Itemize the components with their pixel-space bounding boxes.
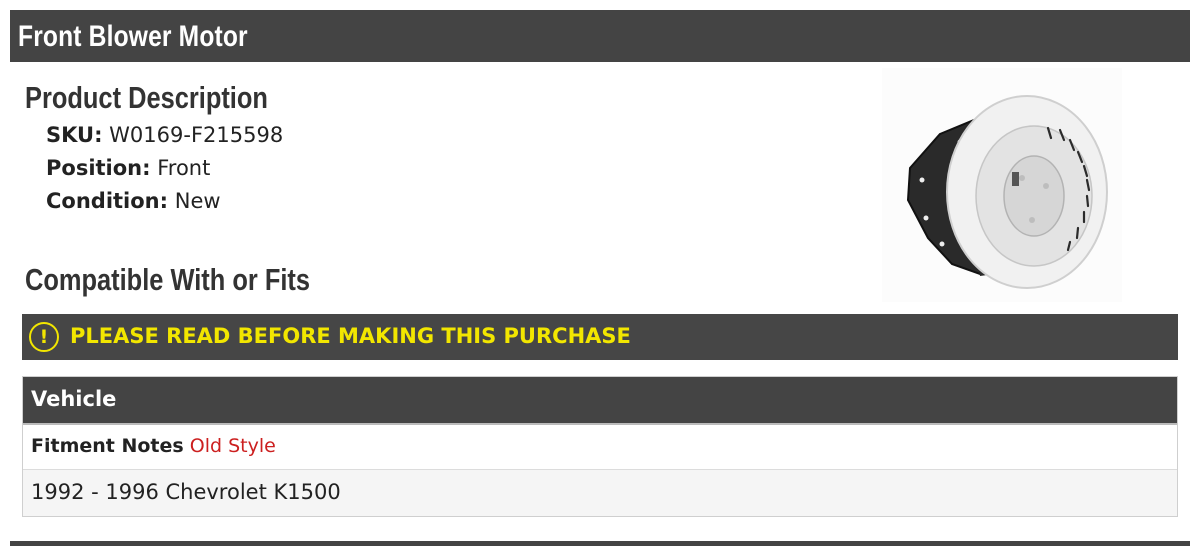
- page-title: Front Blower Motor: [18, 20, 248, 53]
- fitment-notes-row: Fitment Notes Old Style: [23, 425, 1177, 470]
- sku-line: SKU: W0169-F215598: [46, 123, 283, 147]
- vehicle-column-header: Vehicle: [31, 387, 117, 411]
- fitment-notes-label: Fitment Notes: [31, 435, 184, 457]
- table-row: 1992 - 1996 Chevrolet K1500: [23, 470, 1177, 516]
- fitment-notes-value: Old Style: [189, 435, 276, 457]
- condition-value: New: [174, 189, 221, 213]
- condition-line: Condition: New: [46, 189, 221, 213]
- vehicle-cell: 1992 - 1996 Chevrolet K1500: [31, 480, 341, 504]
- purchase-warning-banner: ! PLEASE READ BEFORE MAKING THIS PURCHAS…: [22, 314, 1178, 360]
- product-description-heading: Product Description: [25, 80, 268, 115]
- warning-text: PLEASE READ BEFORE MAKING THIS PURCHASE: [70, 324, 631, 348]
- sku-value: W0169-F215598: [109, 123, 284, 147]
- condition-label: Condition:: [46, 189, 169, 213]
- sku-label: SKU:: [46, 123, 103, 147]
- product-page: Front Blower Motor Product Description S…: [0, 0, 1200, 556]
- position-line: Position: Front: [46, 156, 210, 180]
- exclamation-circle-icon: !: [29, 322, 59, 352]
- position-label: Position:: [46, 156, 151, 180]
- fitment-notes: Fitment Notes Old Style: [31, 435, 276, 457]
- blower-motor-image: [882, 68, 1122, 302]
- bottom-divider: [10, 541, 1190, 546]
- blower-motor-illustration: [906, 95, 1108, 289]
- compatibility-heading: Compatible With or Fits: [25, 262, 311, 297]
- position-value: Front: [157, 156, 211, 180]
- title-bar: Front Blower Motor: [10, 10, 1190, 62]
- fitment-table: Vehicle Fitment Notes Old Style 1992 - 1…: [22, 376, 1178, 517]
- table-header: Vehicle: [23, 377, 1177, 423]
